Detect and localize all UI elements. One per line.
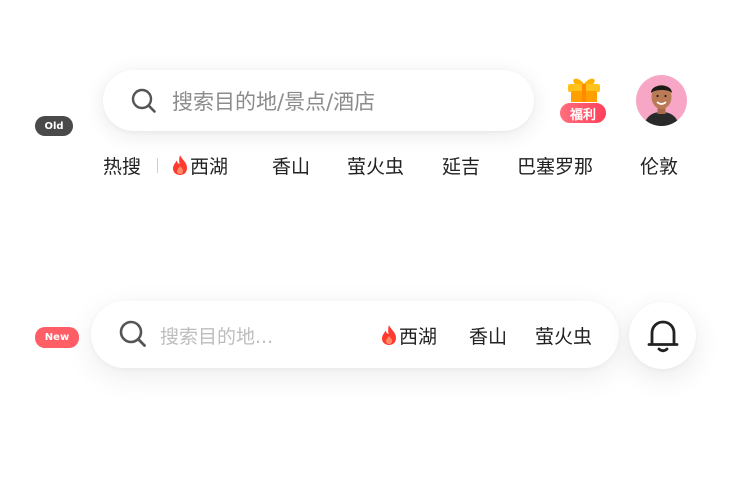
hot-search-row: 热搜 西湖 香山 萤火虫 延吉 巴塞罗那 伦敦 — [0, 150, 750, 180]
hot-item-yinghuochong[interactable]: 萤火虫 — [535, 322, 592, 349]
search-icon — [131, 88, 157, 114]
hot-item-xihu[interactable]: 西湖 — [170, 152, 228, 179]
hot-item-london[interactable]: 伦敦 — [640, 152, 678, 179]
new-search-bar[interactable]: 搜索目的地... 西湖 香山 萤火虫 — [91, 301, 619, 368]
hot-item-yinghuochong[interactable]: 萤火虫 — [347, 152, 404, 179]
hot-item-barcelona[interactable]: 巴塞罗那 — [517, 152, 593, 179]
hot-item-xiangshan[interactable]: 香山 — [272, 152, 310, 179]
avatar-image — [644, 85, 679, 126]
hot-item-label: 西湖 — [399, 326, 438, 348]
hot-item-yanji[interactable]: 延吉 — [442, 152, 480, 179]
new-version-badge: New — [35, 327, 79, 348]
divider — [157, 158, 158, 173]
hot-search-label: 热搜 — [103, 156, 142, 178]
hot-item-xihu[interactable]: 西湖 — [379, 322, 437, 349]
fire-icon — [173, 155, 187, 175]
welfare-button[interactable]: 福利 — [559, 74, 609, 126]
notification-button[interactable] — [629, 302, 696, 369]
user-avatar[interactable] — [636, 75, 687, 126]
hot-item-xiangshan[interactable]: 香山 — [469, 322, 507, 349]
search-placeholder: 搜索目的地... — [160, 326, 274, 348]
old-version-badge: Old — [35, 116, 73, 136]
welfare-tag: 福利 — [559, 102, 607, 124]
bell-icon — [647, 320, 678, 352]
hot-item-label: 西湖 — [190, 156, 229, 178]
search-icon — [119, 320, 147, 348]
old-search-bar[interactable]: 搜索目的地/景点/酒店 — [103, 70, 534, 131]
fire-icon — [382, 325, 396, 345]
search-placeholder: 搜索目的地/景点/酒店 — [172, 89, 376, 114]
